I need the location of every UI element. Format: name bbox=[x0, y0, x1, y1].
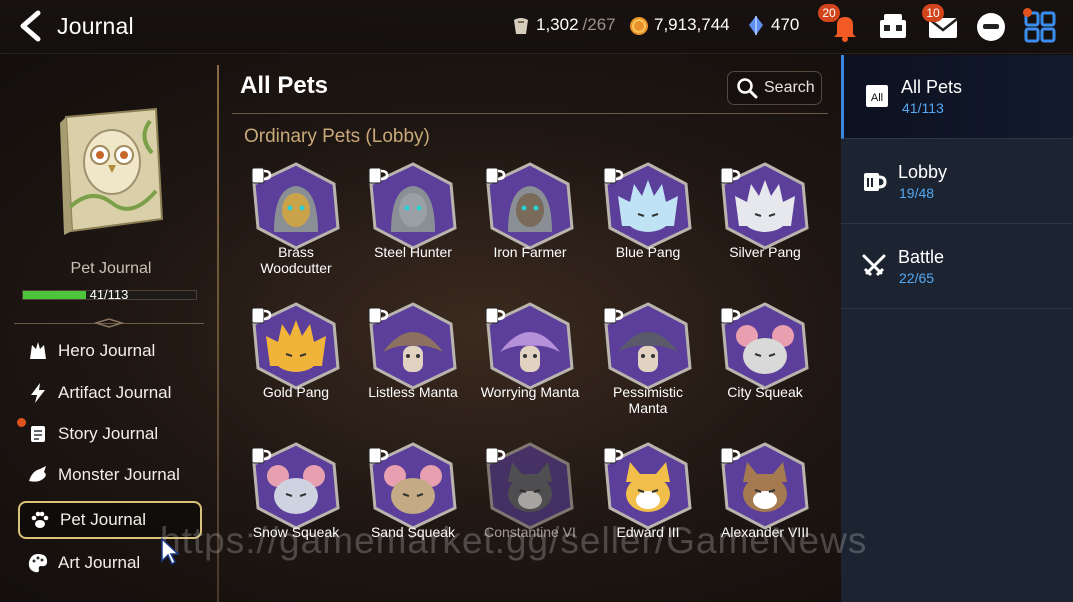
pet-card[interactable]: Listless Manta bbox=[358, 302, 468, 432]
swords-icon bbox=[862, 254, 886, 277]
divider-ornament-icon bbox=[94, 318, 124, 328]
scroll-icon bbox=[31, 426, 45, 442]
lobby-mug-icon bbox=[368, 447, 389, 464]
category-battle[interactable]: Battle 22/65 bbox=[841, 225, 1073, 309]
pet-name: Listless Manta bbox=[368, 384, 458, 400]
lobby-mug-icon bbox=[485, 307, 506, 324]
lobby-mug-icon bbox=[720, 307, 741, 324]
search-icon bbox=[737, 78, 758, 99]
menu-hero-journal[interactable]: Hero Journal bbox=[18, 332, 202, 370]
lobby-mug-icon bbox=[485, 447, 506, 464]
stamina-counter[interactable]: 1,302/267 bbox=[510, 14, 616, 36]
book-label: Pet Journal bbox=[70, 260, 152, 277]
lobby-mug-icon bbox=[603, 447, 624, 464]
search-button[interactable]: Search bbox=[727, 71, 822, 105]
pet-card[interactable]: Silver Pang bbox=[710, 162, 820, 292]
lightning-icon bbox=[31, 383, 45, 403]
top-bar: Journal 1,302/267 7,913,744 470 20 10 bbox=[0, 0, 1073, 54]
pet-card[interactable]: Worrying Manta bbox=[475, 302, 585, 432]
pet-name: City Squeak bbox=[727, 384, 803, 400]
pet-name: Blue Pang bbox=[615, 244, 681, 260]
section-title: All Pets bbox=[240, 72, 329, 99]
category-heading: Ordinary Pets (Lobby) bbox=[244, 126, 430, 147]
menu-story-journal[interactable]: Story Journal bbox=[18, 415, 202, 453]
progress-text: 41/113 bbox=[89, 287, 129, 302]
skystone-icon bbox=[749, 16, 763, 35]
mug-icon bbox=[864, 173, 887, 191]
pet-name: Gold Pang bbox=[262, 384, 330, 400]
category-panel: All All Pets 41/113 Lobby 19/48 Battle 2… bbox=[841, 55, 1073, 602]
pet-name: Pessimistic Manta bbox=[612, 384, 683, 416]
gold-coin-icon bbox=[630, 17, 648, 35]
paw-icon bbox=[31, 511, 49, 528]
pet-name: Worrying Manta bbox=[480, 384, 580, 400]
lobby-mug-icon bbox=[368, 307, 389, 324]
mail-badge: 10 bbox=[922, 4, 944, 22]
lobby-mug-icon bbox=[251, 167, 272, 184]
watermark-text: https://gamemarket.gg/seller/GameNews bbox=[160, 520, 868, 561]
palette-icon bbox=[28, 554, 48, 573]
pet-name: Brass Woodcutter bbox=[260, 244, 332, 276]
pet-card[interactable]: Gold Pang bbox=[241, 302, 351, 432]
gold-counter[interactable]: 7,913,744 bbox=[628, 14, 730, 36]
pet-card[interactable]: Blue Pang bbox=[593, 162, 703, 292]
skystone-counter[interactable]: 470 bbox=[745, 14, 799, 36]
pet-journal-book-icon bbox=[60, 107, 164, 235]
svg-text:All: All bbox=[871, 92, 883, 104]
page-title: Journal bbox=[57, 13, 134, 39]
chat-icon[interactable] bbox=[974, 10, 1008, 44]
lobby-mug-icon bbox=[603, 307, 624, 324]
pet-card[interactable]: Steel Hunter bbox=[358, 162, 468, 292]
shop-icon[interactable] bbox=[876, 10, 910, 44]
lobby-mug-icon bbox=[603, 167, 624, 184]
dragon-icon bbox=[29, 466, 46, 482]
lobby-mug-icon bbox=[251, 307, 272, 324]
back-arrow-icon[interactable] bbox=[16, 10, 46, 42]
pet-name: Steel Hunter bbox=[374, 244, 452, 260]
lobby-mug-icon bbox=[720, 447, 741, 464]
pet-card[interactable]: Pessimistic Manta bbox=[593, 302, 703, 432]
lobby-mug-icon bbox=[251, 447, 272, 464]
category-lobby[interactable]: Lobby 19/48 bbox=[841, 140, 1073, 224]
lobby-mug-icon bbox=[485, 167, 506, 184]
lobby-mug-icon bbox=[720, 167, 741, 184]
story-alert-dot bbox=[17, 418, 26, 427]
pet-name: Silver Pang bbox=[729, 244, 801, 260]
menu-monster-journal[interactable]: Monster Journal bbox=[18, 456, 202, 494]
lobby-mug-icon bbox=[368, 167, 389, 184]
all-icon: All bbox=[866, 85, 888, 107]
pet-card[interactable]: Iron Farmer bbox=[475, 162, 585, 292]
pet-name: Iron Farmer bbox=[493, 244, 567, 260]
notification-badge: 20 bbox=[818, 4, 840, 22]
pet-card[interactable]: City Squeak bbox=[710, 302, 820, 432]
hero-icon bbox=[30, 342, 46, 359]
mouse-cursor-icon bbox=[161, 537, 180, 566]
pet-card[interactable]: Brass Woodcutter bbox=[241, 162, 351, 292]
section-divider bbox=[232, 113, 828, 114]
stamina-icon bbox=[514, 18, 528, 34]
category-all-pets[interactable]: All All Pets 41/113 bbox=[841, 55, 1073, 139]
menu-artifact-journal[interactable]: Artifact Journal bbox=[18, 374, 202, 412]
menu-alert-dot bbox=[1023, 8, 1032, 17]
